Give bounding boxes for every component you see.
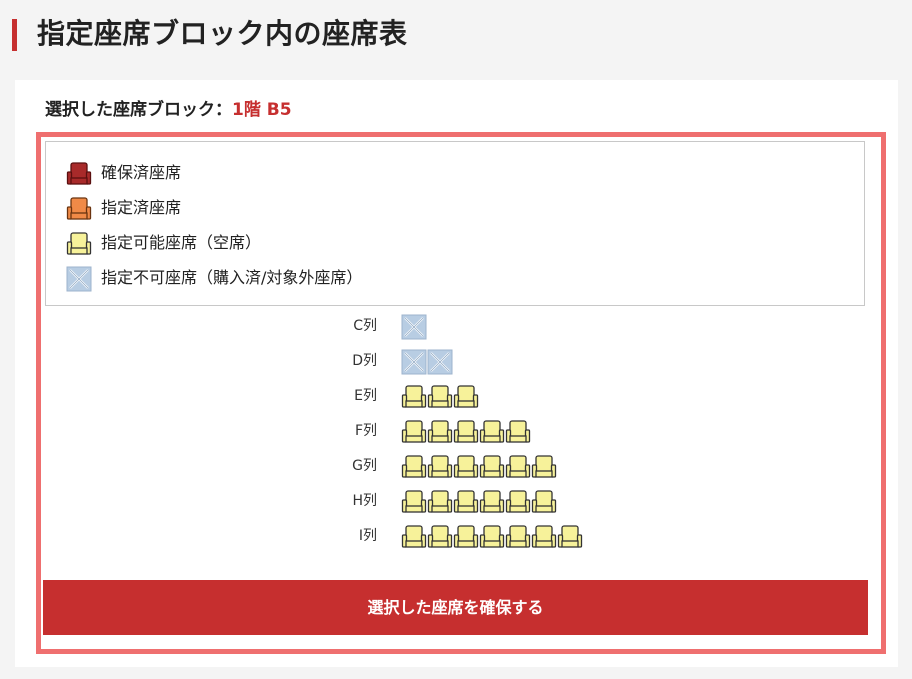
available-seat-icon[interactable] (427, 489, 453, 515)
available-seat-icon[interactable] (401, 454, 427, 480)
selected-block-value: 1階 B5 (232, 100, 292, 120)
available-seat-icon[interactable] (453, 489, 479, 515)
legend-label: 指定可能座席（空席） (101, 233, 262, 252)
row-seats (401, 384, 479, 410)
row-label: E列 (354, 388, 377, 404)
available-seat-icon[interactable] (401, 489, 427, 515)
row-seats (401, 419, 531, 445)
available-seat-icon[interactable] (505, 419, 531, 445)
reserved-seat-icon (66, 161, 92, 187)
designated-seat-icon (66, 196, 92, 222)
unavailable-seat-icon (401, 314, 427, 340)
available-seat-icon[interactable] (427, 384, 453, 410)
seat-row-c: C列 (41, 312, 871, 340)
seat-rows: C列 D列 E列 F列 G列 H列 I列 (41, 312, 871, 572)
row-label: H列 (352, 493, 377, 509)
available-seat-icon[interactable] (401, 524, 427, 550)
seat-map-frame: 確保済座席 指定済座席 指定可能座席（空席） 指定不可座席（購入済/対象外座席）… (36, 132, 886, 654)
available-seat-icon (66, 231, 92, 257)
seat-panel: 選択した座席ブロック：1階 B5 確保済座席 指定済座席 指定可能座席（空席） … (15, 80, 898, 667)
row-label: D列 (352, 353, 377, 369)
available-seat-icon[interactable] (479, 419, 505, 445)
available-seat-icon[interactable] (427, 524, 453, 550)
seat-row-d: D列 (41, 347, 871, 375)
seat-row-f: F列 (41, 417, 871, 445)
available-seat-icon[interactable] (479, 489, 505, 515)
row-label: C列 (353, 318, 377, 334)
available-seat-icon[interactable] (427, 454, 453, 480)
row-label: I列 (358, 528, 377, 544)
seat-row-e: E列 (41, 382, 871, 410)
page-title: 指定座席ブロック内の座席表 (37, 17, 408, 50)
available-seat-icon[interactable] (401, 384, 427, 410)
row-label: G列 (352, 458, 377, 474)
page-header: 指定座席ブロック内の座席表 (0, 0, 912, 70)
seat-row-h: H列 (41, 487, 871, 515)
available-seat-icon[interactable] (505, 524, 531, 550)
seat-row-g: G列 (41, 452, 871, 480)
row-seats (401, 524, 583, 550)
unavailable-seat-icon (66, 266, 92, 292)
legend-label: 指定済座席 (101, 198, 182, 217)
confirm-seats-button[interactable]: 選択した座席を確保する (43, 580, 868, 635)
available-seat-icon[interactable] (531, 524, 557, 550)
row-seats (401, 349, 453, 375)
available-seat-icon[interactable] (453, 419, 479, 445)
legend-label: 指定不可座席（購入済/対象外座席） (101, 268, 363, 287)
row-label: F列 (354, 423, 377, 439)
available-seat-icon[interactable] (505, 489, 531, 515)
seat-row-i: I列 (41, 522, 871, 550)
selected-block-label: 選択した座席ブロック： (45, 100, 232, 120)
row-seats (401, 314, 427, 340)
title-accent-bar (12, 19, 17, 51)
available-seat-icon[interactable] (505, 454, 531, 480)
available-seat-icon[interactable] (531, 489, 557, 515)
available-seat-icon[interactable] (453, 384, 479, 410)
available-seat-icon[interactable] (427, 419, 453, 445)
available-seat-icon[interactable] (557, 524, 583, 550)
row-seats (401, 489, 557, 515)
legend-label: 確保済座席 (101, 163, 182, 182)
row-seats (401, 454, 557, 480)
available-seat-icon[interactable] (531, 454, 557, 480)
legend: 確保済座席 指定済座席 指定可能座席（空席） 指定不可座席（購入済/対象外座席） (45, 141, 865, 306)
selected-block: 選択した座席ブロック：1階 B5 (45, 98, 292, 122)
available-seat-icon[interactable] (401, 419, 427, 445)
unavailable-seat-icon (427, 349, 453, 375)
available-seat-icon[interactable] (453, 454, 479, 480)
available-seat-icon[interactable] (479, 454, 505, 480)
unavailable-seat-icon (401, 349, 427, 375)
available-seat-icon[interactable] (453, 524, 479, 550)
available-seat-icon[interactable] (479, 524, 505, 550)
